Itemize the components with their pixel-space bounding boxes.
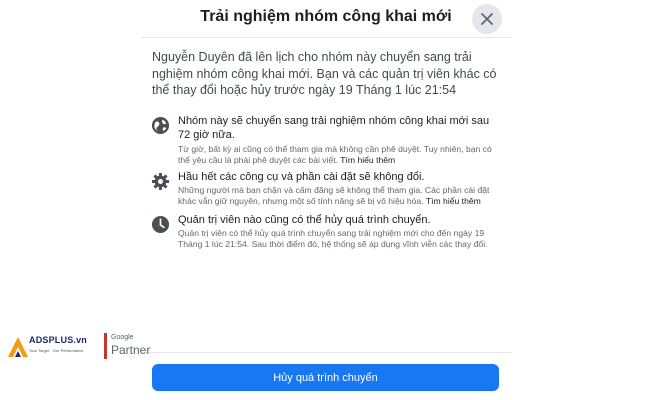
feature-desc-text: Từ giờ, bất kỳ ai cũng có thể tham gia m… bbox=[178, 144, 492, 165]
page: Trải nghiệm nhóm công khai mới Nguyễn Du… bbox=[0, 0, 654, 400]
feature-title: Quản trị viên nào cũng có thể hủy quá tr… bbox=[178, 214, 431, 226]
clock-icon bbox=[151, 215, 170, 234]
learn-more-link[interactable]: Tìm hiểu thêm bbox=[426, 196, 481, 206]
feature-title: Hầu hết các công cụ và phần cài đặt sẽ k… bbox=[178, 171, 425, 183]
brand-name: ADSPLUS.vn bbox=[29, 335, 88, 345]
dialog-title: Trải nghiệm nhóm công khai mới bbox=[200, 8, 452, 25]
feature-description: Quản trị viên có thể hủy quá trình chuyể… bbox=[178, 228, 488, 249]
group-transition-dialog: Trải nghiệm nhóm công khai mới Nguyễn Du… bbox=[141, 0, 511, 400]
cancel-transition-button[interactable]: Hủy quá trình chuyển bbox=[152, 364, 499, 391]
brand-watermark: ADSPLUS.vn Your Target · Our Performance… bbox=[7, 332, 167, 362]
feature-description: Những người mà bạn chặn và cấm đăng sẽ k… bbox=[178, 185, 503, 207]
brand-tagline: Your Target · Our Performance bbox=[29, 348, 84, 353]
learn-more-link[interactable]: Tìm hiểu thêm bbox=[340, 155, 395, 165]
adsplus-logo-icon bbox=[8, 337, 28, 357]
brand-separator bbox=[104, 333, 107, 359]
intro-text: Nguyễn Duyên đã lên lịch cho nhóm này ch… bbox=[152, 50, 497, 97]
footer-divider bbox=[141, 352, 511, 353]
feature-title: Nhóm này sẽ chuyển sang trải nghiệm nhóm… bbox=[178, 115, 490, 141]
close-icon bbox=[481, 13, 493, 25]
gear-icon bbox=[151, 172, 170, 191]
google-label: Google bbox=[111, 334, 134, 341]
feature-description: Từ giờ, bất kỳ ai cũng có thể tham gia m… bbox=[178, 144, 503, 166]
globe-icon bbox=[151, 116, 170, 135]
close-button[interactable] bbox=[472, 4, 502, 34]
partner-label: Partner bbox=[111, 343, 151, 357]
dialog-header: Trải nghiệm nhóm công khai mới bbox=[141, 0, 511, 38]
